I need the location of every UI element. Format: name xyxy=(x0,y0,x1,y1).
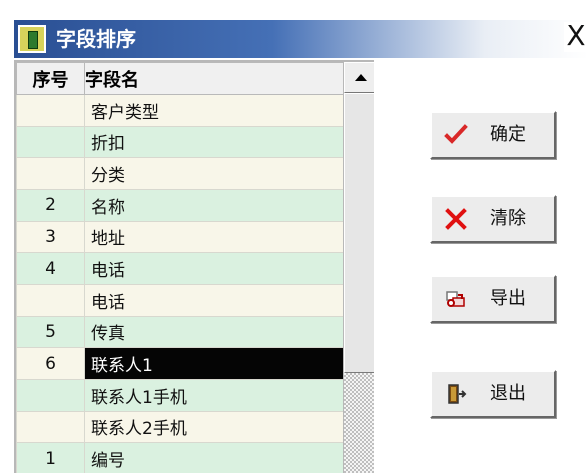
row-seq-cell[interactable] xyxy=(16,283,85,317)
row-field-cell[interactable]: 联系人2手机 xyxy=(84,410,346,444)
window-title: 字段排序 xyxy=(56,27,136,51)
row-seq-cell[interactable] xyxy=(16,157,85,190)
field-sort-table: 序号 字段名 客户类型 折扣 分类 2 名称 3 地址 4 电话 电话 5 传真… xyxy=(14,60,374,473)
selected-table-row[interactable]: 6 联系人1 xyxy=(16,347,346,380)
field-grid: 序号 字段名 客户类型 折扣 分类 2 名称 3 地址 4 电话 电话 5 传真… xyxy=(16,62,346,473)
row-seq-cell[interactable] xyxy=(16,378,85,412)
app-icon xyxy=(18,25,46,53)
exit-door-icon xyxy=(448,384,467,404)
table-row[interactable]: 4 电话 xyxy=(16,252,346,285)
row-seq-cell[interactable]: 2 xyxy=(16,188,85,222)
scroll-track[interactable] xyxy=(344,373,374,473)
scroll-thumb[interactable] xyxy=(344,93,374,373)
table-row[interactable]: 电话 xyxy=(16,283,346,317)
export-icon xyxy=(446,291,465,307)
table-row[interactable]: 1 编号 xyxy=(16,442,346,473)
close-button[interactable]: X xyxy=(564,22,588,52)
row-field-cell-selected[interactable]: 联系人1 xyxy=(84,347,346,380)
table-row[interactable]: 3 地址 xyxy=(16,220,346,254)
confirm-button[interactable]: 确定 xyxy=(430,111,556,159)
row-seq-cell[interactable]: 6 xyxy=(16,347,85,380)
exit-button[interactable]: 退出 xyxy=(430,370,556,418)
table-header-row: 序号 字段名 xyxy=(16,62,346,95)
export-button[interactable]: 导出 xyxy=(430,275,556,323)
column-header-seq[interactable]: 序号 xyxy=(16,62,85,95)
row-field-cell[interactable]: 联系人1手机 xyxy=(84,378,346,412)
check-icon xyxy=(444,124,468,144)
row-field-cell[interactable]: 电话 xyxy=(84,252,346,285)
table-row[interactable]: 折扣 xyxy=(16,125,346,159)
row-seq-cell[interactable] xyxy=(16,125,85,159)
row-field-cell[interactable]: 编号 xyxy=(84,442,346,473)
row-field-cell[interactable]: 地址 xyxy=(84,220,346,254)
row-seq-cell[interactable]: 1 xyxy=(16,442,85,473)
table-row[interactable]: 分类 xyxy=(16,157,346,190)
row-field-cell[interactable]: 传真 xyxy=(84,315,346,349)
table-row[interactable]: 联系人1手机 xyxy=(16,378,346,412)
clear-button-label: 清除 xyxy=(490,208,526,229)
export-button-label: 导出 xyxy=(490,288,526,309)
table-row[interactable]: 客户类型 xyxy=(16,94,346,127)
row-field-cell[interactable]: 客户类型 xyxy=(84,94,346,127)
confirm-button-label: 确定 xyxy=(490,124,526,145)
row-field-cell[interactable]: 电话 xyxy=(84,283,346,317)
row-field-cell[interactable]: 分类 xyxy=(84,157,346,190)
row-field-cell[interactable]: 名称 xyxy=(84,188,346,222)
table-row[interactable]: 联系人2手机 xyxy=(16,410,346,444)
vertical-scrollbar[interactable] xyxy=(343,62,374,473)
exit-button-label: 退出 xyxy=(490,383,526,404)
row-seq-cell[interactable]: 3 xyxy=(16,220,85,254)
field-sort-window: 字段排序 X 序号 字段名 客户类型 折扣 分类 2 名称 3 地址 4 电话 … xyxy=(0,0,588,473)
scroll-up-arrow-icon[interactable] xyxy=(344,62,374,93)
row-seq-cell[interactable]: 5 xyxy=(16,315,85,349)
row-field-cell[interactable]: 折扣 xyxy=(84,125,346,159)
table-row[interactable]: 2 名称 xyxy=(16,188,346,222)
clear-x-icon xyxy=(445,208,467,230)
row-seq-cell[interactable] xyxy=(16,94,85,127)
row-seq-cell[interactable] xyxy=(16,410,85,444)
column-header-field[interactable]: 字段名 xyxy=(84,62,346,95)
clear-button[interactable]: 清除 xyxy=(430,195,556,243)
table-row[interactable]: 5 传真 xyxy=(16,315,346,349)
window-titlebar[interactable]: 字段排序 xyxy=(14,20,588,58)
row-seq-cell[interactable]: 4 xyxy=(16,252,85,285)
